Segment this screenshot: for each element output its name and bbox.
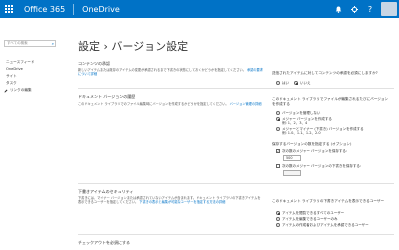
draft-visibility-question: このドキュメント ライブラリの下書きアイテムを表示できるユーザー [272,199,385,203]
major-version-limit-input[interactable]: 500 [283,155,301,161]
nav-item-sites[interactable]: サイト [6,74,17,79]
minor-versions-example: 例: 1.0、1.1、1.2、2.0 [282,131,321,135]
require-checkout-title: チェックアウトを必須にする [78,240,131,245]
keep-drafts-label: 次の数のメジャー バージョンの下書きを保存する: [282,164,362,168]
no-versioning-radio[interactable] [276,111,280,115]
draft-editors-radio[interactable] [276,217,280,221]
major-versions-radio[interactable] [276,117,280,121]
approval-no-radio[interactable] [294,81,298,85]
draft-editors-option[interactable]: アイテムを編集できるユーザーのみ [276,217,338,221]
gear-icon [350,5,358,13]
minor-versions-option[interactable]: メジャーとマイナー (下書き) バージョンを作成する 例: 1.0、1.1、1.… [276,127,364,135]
approval-yes-label: はい [282,81,289,85]
draft-security-learn-more-link[interactable]: 下書きの表示と編集が可能なユーザーを指定する方法の詳細 [139,200,225,204]
version-history-desc-text: このドキュメント ライブラリでのファイル編集時にバージョンを作成するかどうかを指… [78,102,229,106]
app-launcher-button[interactable] [0,0,18,18]
question-icon: ? [367,4,373,14]
content-approval-desc: 新しいアイテムまたは既存のアイテムの変更が承認されるまで下書きの状態にしておくか… [78,68,263,76]
no-versioning-option[interactable]: バージョンを管理しない [276,111,320,115]
notifications-button[interactable] [330,0,346,18]
search-input[interactable]: すべての検索 ⌕ [4,40,56,47]
draft-security-title: 下書きアイテムのセキュリティ [78,189,134,194]
versioning-learn-more-link[interactable]: バージョン管理の詳細 [230,102,262,106]
approval-question: 送信されたアイテムに対してコンテンツの承認を必須にしますか? [272,71,378,75]
section-divider [78,234,394,235]
keep-major-option[interactable]: ✓ 次の数のメジャー バージョンを保存する: [276,149,347,153]
version-history-desc: このドキュメント ライブラリでのファイル編集時にバージョンを作成するかどうかを指… [78,102,263,106]
app-name[interactable]: OneDrive [82,5,120,14]
page-title: 設定 › バージョン設定 [78,40,189,53]
approval-no-label: いいえ [300,81,311,85]
draft-editors-label: アイテムを編集できるユーザーのみ [282,217,338,221]
minor-versions-radio[interactable] [276,127,280,131]
section-divider [78,183,394,184]
keep-major-label: 次の数のメジャー バージョンを保存する: [282,149,348,153]
brand-divider [73,3,75,15]
nav-item-newsfeed[interactable]: ニュースフィード [6,60,35,65]
keep-major-checkbox[interactable]: ✓ [276,149,280,153]
draft-security-desc: 下書きには、マイナー バージョンまたは承認されていないアイテムが含まれます。ドキ… [78,196,263,204]
approval-yes-option[interactable]: はい [276,81,289,85]
content-approval-desc-text: 新しいアイテムまたは既存のアイテムの変更が承認されるまで下書きの状態にしておくか… [78,68,246,72]
edit-links-label: リンクの編集 [10,88,32,92]
nav-item-onedrive[interactable]: OneDrive [6,67,23,71]
settings-button[interactable] [346,0,362,18]
major-versions-option[interactable]: メジャー バージョンを作成する 例: 1、2、3、4 [276,117,332,125]
draft-approvers-label: アイテムの作成者およびアイテムを承認できるユーザー [282,223,369,227]
edit-links-button[interactable]: リンクの編集 [4,88,32,93]
left-navigation: すべての検索 ⌕ ニュースフィード OneDrive サイト タスク リンクの編… [0,18,60,250]
avatar[interactable] [381,2,397,16]
approval-yes-radio[interactable] [276,81,280,85]
major-versions-example: 例: 1、2、3、4 [282,121,308,125]
draft-approvers-radio[interactable] [276,223,280,227]
keep-drafts-checkbox[interactable] [276,164,280,168]
version-limit-question: 保存するバージョンの数を指定する (オプション) [272,142,352,146]
keep-drafts-option[interactable]: 次の数のメジャー バージョンの下書きを保存する: [276,164,361,168]
draft-any-reader-radio[interactable] [276,211,280,215]
content-approval-title: コンテンツの承認 [78,61,110,66]
help-button[interactable]: ? [362,0,378,18]
draft-any-reader-option[interactable]: アイテムを閲覧できるすべてのユーザー [276,211,344,215]
suite-bar: Office 365 OneDrive ? [0,0,399,18]
bell-icon [335,5,341,13]
search-icon[interactable]: ⌕ [52,41,54,46]
versioning-question: このドキュメント ライブラリでファイルが編集されるたびにバージョンを作成する [272,97,389,106]
search-placeholder: すべての検索 [7,41,28,45]
approval-no-option[interactable]: いいえ [294,81,311,85]
draft-any-reader-label: アイテムを閲覧できるすべてのユーザー [282,211,345,215]
major-versions-text: メジャー バージョンを作成する 例: 1、2、3、4 [282,117,332,125]
draft-version-limit-input[interactable] [283,170,301,176]
waffle-icon [5,5,13,13]
office365-brand[interactable]: Office 365 [24,5,65,14]
version-history-title: ドキュメント バージョンの履歴 [78,94,136,99]
pencil-icon [4,89,8,92]
nav-item-tasks[interactable]: タスク [6,81,17,86]
section-divider [78,88,394,89]
suite-bar-icons: ? [330,0,399,18]
no-versioning-label: バージョンを管理しない [282,111,321,115]
minor-versions-text: メジャーとマイナー (下書き) バージョンを作成する 例: 1.0、1.1、1.… [282,127,364,135]
draft-approvers-option[interactable]: アイテムの作成者およびアイテムを承認できるユーザー [276,223,369,227]
